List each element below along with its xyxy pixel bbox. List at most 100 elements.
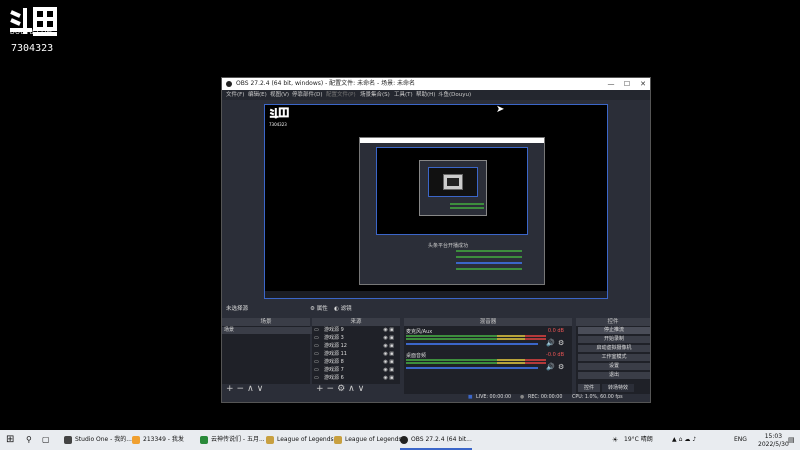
nested-obs-capture-3 <box>443 174 463 190</box>
visibility-icon[interactable]: ◉ ▣ <box>383 327 394 334</box>
taskbar-app-game[interactable]: 云神传说们 - 五月... <box>200 430 265 450</box>
cpu-status: CPU: 1.0%, 60.00 fps <box>572 395 623 400</box>
source-toolbar: 未选择源 ⚙ 属性 ◐ 滤镜 <box>222 304 650 314</box>
remove-icon[interactable]: − <box>237 384 248 394</box>
controls-header: 控件 <box>576 318 650 326</box>
visibility-icon[interactable]: ◉ ▣ <box>383 375 394 382</box>
captured-taskbar <box>265 291 607 298</box>
visibility-icon[interactable]: ◉ ▣ <box>383 335 394 342</box>
clock[interactable]: 15:03 2022/5/30 <box>758 433 789 448</box>
no-source-label: 未选择源 <box>226 306 249 312</box>
task-view-icon[interactable]: ▢ <box>42 430 50 450</box>
menu-bar: 文件(F) 编辑(E) 视图(V) 停靠部件(D) 配置文件(P) 场景集合(S… <box>222 90 650 100</box>
obs-titlebar[interactable]: OBS 27.2.4 (64 bit, windows) - 配置文件: 未命名… <box>222 78 650 90</box>
menu-help[interactable]: 帮助(H) <box>416 90 435 100</box>
properties-button[interactable]: ⚙ 属性 <box>310 304 328 314</box>
virtual-camera-button[interactable]: 启动虚拟摄像机 <box>578 345 650 352</box>
input-language[interactable]: ENG <box>734 430 747 450</box>
weather-icon: ☀ <box>612 436 619 444</box>
cursor-icon: ➤ <box>496 104 505 115</box>
close-icon[interactable]: ✕ <box>636 78 650 90</box>
remove-icon[interactable]: − <box>327 384 338 394</box>
audio-meter <box>406 335 546 337</box>
menu-view[interactable]: 视图(V) <box>270 90 289 100</box>
mixer-header: 混音器 <box>404 318 572 326</box>
monitor-icon: ▭ <box>314 343 319 349</box>
track-name: 桌面音频 <box>406 353 427 359</box>
stop-streaming-button[interactable]: 停止推流 <box>578 327 650 334</box>
search-icon[interactable]: ⚲ <box>26 430 32 450</box>
menu-file[interactable]: 文件(F) <box>226 90 244 100</box>
menu-edit[interactable]: 编辑(E) <box>248 90 267 100</box>
menu-profile[interactable]: 配置文件(P) <box>326 90 356 100</box>
gear-icon[interactable]: ⚙ <box>558 363 564 371</box>
tab-transitions[interactable]: 转场特效 <box>602 384 634 392</box>
start-recording-button[interactable]: 开始录制 <box>578 336 650 343</box>
mixer-track: 桌面音频 -0.0 dB 🔊 ⚙ <box>406 352 568 372</box>
mixer-dock: 混音器 麦克风/Aux 0.0 dB 🔊 ⚙ 桌面音频 -0.0 dB 🔊 ⚙ <box>404 318 572 394</box>
studio-mode-button[interactable]: 工作室模式 <box>578 354 650 361</box>
source-item[interactable]: ▭ 游戏源 9 ◉ ▣ <box>312 327 396 334</box>
visibility-icon[interactable]: ◉ ▣ <box>383 351 394 358</box>
volume-slider[interactable] <box>406 367 538 369</box>
source-item[interactable]: ▭ 游戏源 3 ◉ ▣ <box>312 335 396 342</box>
scenes-header: 场景 <box>222 318 310 326</box>
weather[interactable]: 19°C 晴朗 <box>624 430 653 450</box>
volume-slider[interactable] <box>406 343 538 345</box>
lol-icon <box>266 435 274 444</box>
mixer-track: 麦克风/Aux 0.0 dB 🔊 ⚙ <box>406 328 568 348</box>
visibility-icon[interactable]: ◉ ▣ <box>383 367 394 374</box>
taskbar-app-lol[interactable]: League of Legends <box>266 430 334 450</box>
taskbar-app-studio-one[interactable]: Studio One - 我的... <box>64 430 132 450</box>
move-down-icon[interactable]: ∨ <box>358 384 368 394</box>
taskbar-app-lol-2[interactable]: League of Legends... <box>334 430 407 450</box>
add-icon[interactable]: + <box>226 384 237 394</box>
scenes-footer: +−∧∨ <box>222 384 310 394</box>
gear-icon[interactable]: ⚙ <box>558 339 564 347</box>
date: 2022/5/30 <box>758 441 789 448</box>
menu-scene-collection[interactable]: 场景集合(S) <box>360 90 390 100</box>
source-item[interactable]: ▭ 游戏源 11 ◉ ▣ <box>312 351 396 358</box>
visibility-icon[interactable]: ◉ ▣ <box>383 359 394 366</box>
rec-time: REC: 00:00:00 <box>528 395 563 400</box>
gear-icon[interactable]: ⚙ <box>337 384 348 394</box>
add-icon[interactable]: + <box>316 384 327 394</box>
track-level: 0.0 dB <box>547 328 564 334</box>
tray-icons[interactable]: ▲⌂☁♪ <box>672 430 698 450</box>
obs-icon <box>400 435 408 444</box>
source-item[interactable]: ▭ 游戏源 8 ◉ ▣ <box>312 359 396 366</box>
time: 15:03 <box>764 433 783 440</box>
source-item[interactable]: ▭ 游戏源 6 ◉ ▣ <box>312 375 396 382</box>
menu-docks[interactable]: 停靠部件(D) <box>292 90 323 100</box>
maximize-icon[interactable]: ☐ <box>620 78 634 90</box>
douyu-logo-preview <box>269 107 289 119</box>
source-item[interactable]: ▭ 游戏源 7 ◉ ▣ <box>312 367 396 374</box>
move-down-icon[interactable]: ∨ <box>257 384 267 394</box>
controls-dock: 控件 停止推流 开始录制 启动虚拟摄像机 工作室模式 设置 退出 控件 转场特效 <box>576 318 650 394</box>
notification-icon[interactable]: ▤ <box>788 430 795 450</box>
speaker-icon[interactable]: 🔊 <box>546 363 555 371</box>
status-bar: ■ LIVE: 00:00:00 ● REC: 00:00:00 CPU: 1.… <box>222 394 650 402</box>
windows-start-icon[interactable]: ⊞ <box>6 430 14 450</box>
track-name: 麦克风/Aux <box>406 329 433 335</box>
windows-taskbar: ⊞ ⚲ ▢ Studio One - 我的... 213349 - 我发 云神传… <box>0 430 800 450</box>
game-app-icon <box>200 435 208 444</box>
monitor-icon: ▭ <box>314 359 319 365</box>
settings-button[interactable]: 设置 <box>578 363 650 370</box>
minimize-icon[interactable]: — <box>604 78 618 90</box>
tab-controls[interactable]: 控件 <box>578 384 600 392</box>
preview-canvas[interactable]: 7304323 头条平台开播成功 <box>264 104 608 299</box>
exit-button[interactable]: 退出 <box>578 372 650 379</box>
menu-tools[interactable]: 工具(T) <box>394 90 413 100</box>
move-up-icon[interactable]: ∧ <box>348 384 358 394</box>
window-title: OBS 27.2.4 (64 bit, windows) - 配置文件: 未命名… <box>236 80 416 87</box>
move-up-icon[interactable]: ∧ <box>247 384 257 394</box>
speaker-icon[interactable]: 🔊 <box>546 339 555 347</box>
taskbar-app-chat[interactable]: 213349 - 我发 <box>132 430 184 450</box>
visibility-icon[interactable]: ◉ ▣ <box>383 343 394 350</box>
source-item[interactable]: ▭ 游戏源 12 ◉ ▣ <box>312 343 396 350</box>
taskbar-app-obs[interactable]: OBS 27.2.4 (64 bit... <box>400 430 472 450</box>
menu-douyu[interactable]: 斗鱼(Douyu) <box>438 90 471 100</box>
filters-button[interactable]: ◐ 滤镜 <box>334 304 352 314</box>
scene-item[interactable]: 场景 <box>222 327 312 334</box>
